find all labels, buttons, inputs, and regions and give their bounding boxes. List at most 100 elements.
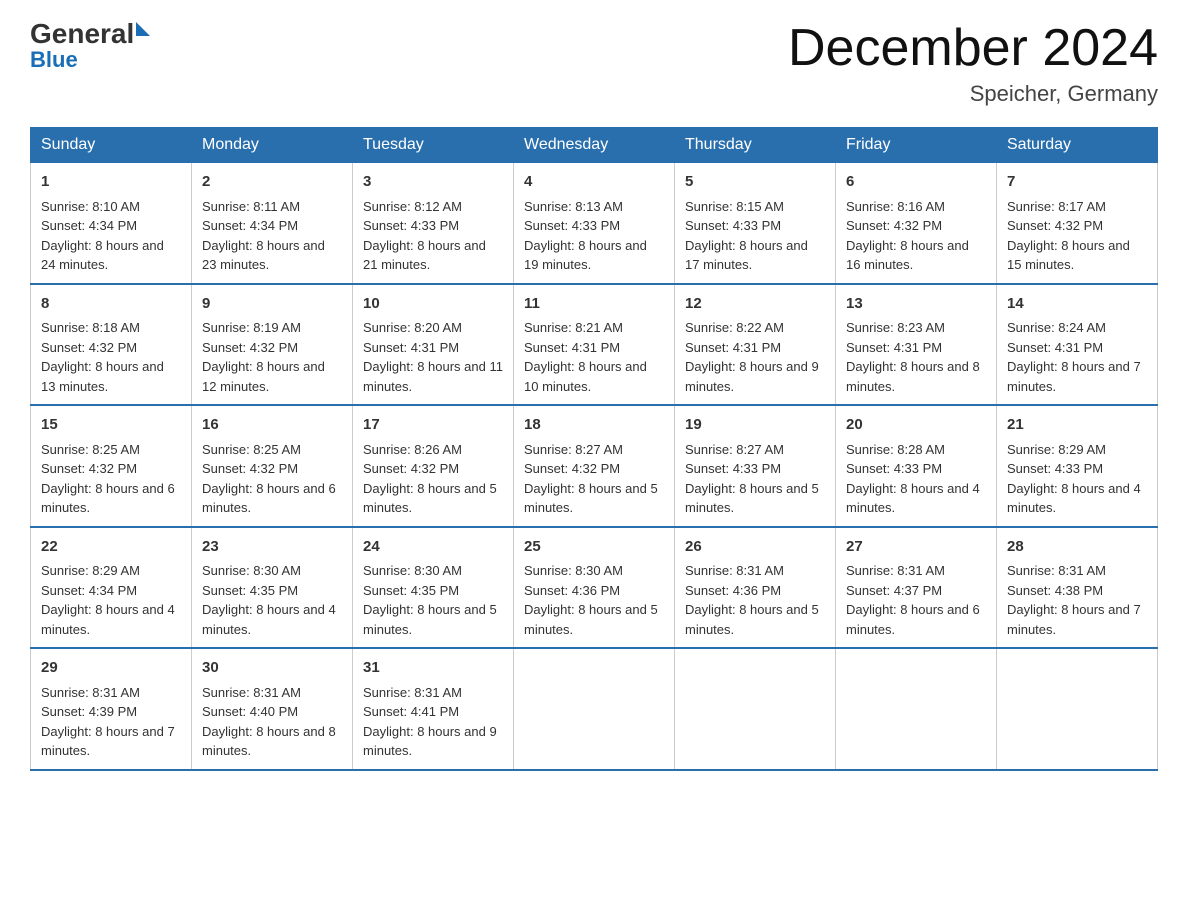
col-friday: Friday	[836, 128, 997, 163]
day-number: 25	[524, 536, 664, 559]
day-info: Sunrise: 8:21 AMSunset: 4:31 PMDaylight:…	[524, 320, 647, 394]
calendar-cell: 30 Sunrise: 8:31 AMSunset: 4:40 PMDayligh…	[192, 648, 353, 770]
page-header: General Blue December 2024 Speicher, Ger…	[30, 20, 1158, 107]
calendar-cell: 8 Sunrise: 8:18 AMSunset: 4:32 PMDaylight…	[31, 284, 192, 406]
col-thursday: Thursday	[675, 128, 836, 163]
day-number: 27	[846, 536, 986, 559]
calendar-cell: 16 Sunrise: 8:25 AMSunset: 4:32 PMDayligh…	[192, 405, 353, 527]
day-info: Sunrise: 8:30 AMSunset: 4:35 PMDaylight:…	[363, 563, 497, 637]
day-info: Sunrise: 8:30 AMSunset: 4:35 PMDaylight:…	[202, 563, 336, 637]
logo-triangle-icon	[136, 22, 150, 36]
day-info: Sunrise: 8:30 AMSunset: 4:36 PMDaylight:…	[524, 563, 658, 637]
day-number: 29	[41, 657, 181, 680]
day-number: 11	[524, 293, 664, 316]
day-info: Sunrise: 8:28 AMSunset: 4:33 PMDaylight:…	[846, 442, 980, 516]
day-number: 9	[202, 293, 342, 316]
calendar-cell: 11 Sunrise: 8:21 AMSunset: 4:31 PMDayligh…	[514, 284, 675, 406]
day-number: 1	[41, 171, 181, 194]
logo: General Blue	[30, 20, 150, 72]
day-number: 10	[363, 293, 503, 316]
calendar-cell: 3 Sunrise: 8:12 AMSunset: 4:33 PMDaylight…	[353, 163, 514, 284]
calendar-cell: 9Sunrise: 8:19 AMSunset: 4:32 PMDaylight…	[192, 284, 353, 406]
day-number: 30	[202, 657, 342, 680]
calendar-cell: 31Sunrise: 8:31 AMSunset: 4:41 PMDayligh…	[353, 648, 514, 770]
day-number: 23	[202, 536, 342, 559]
calendar-table: Sunday Monday Tuesday Wednesday Thursday…	[30, 127, 1158, 771]
calendar-cell: 12Sunrise: 8:22 AMSunset: 4:31 PMDayligh…	[675, 284, 836, 406]
day-info: Sunrise: 8:18 AMSunset: 4:32 PMDaylight:…	[41, 320, 164, 394]
day-info: Sunrise: 8:26 AMSunset: 4:32 PMDaylight:…	[363, 442, 497, 516]
day-info: Sunrise: 8:31 AMSunset: 4:40 PMDaylight:…	[202, 685, 336, 759]
day-info: Sunrise: 8:23 AMSunset: 4:31 PMDaylight:…	[846, 320, 980, 394]
day-number: 20	[846, 414, 986, 437]
calendar-cell: 7 Sunrise: 8:17 AMSunset: 4:32 PMDaylight…	[997, 163, 1158, 284]
col-monday: Monday	[192, 128, 353, 163]
calendar-cell: 5 Sunrise: 8:15 AMSunset: 4:33 PMDaylight…	[675, 163, 836, 284]
day-info: Sunrise: 8:13 AMSunset: 4:33 PMDaylight:…	[524, 199, 647, 273]
day-info: Sunrise: 8:27 AMSunset: 4:33 PMDaylight:…	[685, 442, 819, 516]
day-info: Sunrise: 8:31 AMSunset: 4:36 PMDaylight:…	[685, 563, 819, 637]
calendar-cell: 4 Sunrise: 8:13 AMSunset: 4:33 PMDaylight…	[514, 163, 675, 284]
day-number: 8	[41, 293, 181, 316]
calendar-cell: 21Sunrise: 8:29 AMSunset: 4:33 PMDayligh…	[997, 405, 1158, 527]
day-info: Sunrise: 8:16 AMSunset: 4:32 PMDaylight:…	[846, 199, 969, 273]
month-title: December 2024	[788, 20, 1158, 77]
day-number: 12	[685, 293, 825, 316]
calendar-week-row: 22Sunrise: 8:29 AMSunset: 4:34 PMDayligh…	[31, 527, 1158, 649]
day-info: Sunrise: 8:25 AMSunset: 4:32 PMDaylight:…	[202, 442, 336, 516]
calendar-cell: 24Sunrise: 8:30 AMSunset: 4:35 PMDayligh…	[353, 527, 514, 649]
calendar-cell: 2Sunrise: 8:11 AMSunset: 4:34 PMDaylight…	[192, 163, 353, 284]
calendar-cell: 15Sunrise: 8:25 AMSunset: 4:32 PMDayligh…	[31, 405, 192, 527]
logo-blue-text: Blue	[30, 48, 150, 72]
day-number: 7	[1007, 171, 1147, 194]
col-sunday: Sunday	[31, 128, 192, 163]
location-text: Speicher, Germany	[788, 81, 1158, 107]
calendar-cell: 28Sunrise: 8:31 AMSunset: 4:38 PMDayligh…	[997, 527, 1158, 649]
day-number: 3	[363, 171, 503, 194]
calendar-week-row: 1 Sunrise: 8:10 AMSunset: 4:34 PMDaylight…	[31, 163, 1158, 284]
day-info: Sunrise: 8:29 AMSunset: 4:33 PMDaylight:…	[1007, 442, 1141, 516]
day-number: 28	[1007, 536, 1147, 559]
calendar-cell	[675, 648, 836, 770]
day-number: 17	[363, 414, 503, 437]
day-number: 6	[846, 171, 986, 194]
calendar-cell: 6 Sunrise: 8:16 AMSunset: 4:32 PMDaylight…	[836, 163, 997, 284]
day-number: 4	[524, 171, 664, 194]
day-info: Sunrise: 8:12 AMSunset: 4:33 PMDaylight:…	[363, 199, 486, 273]
calendar-week-row: 8 Sunrise: 8:18 AMSunset: 4:32 PMDaylight…	[31, 284, 1158, 406]
day-info: Sunrise: 8:17 AMSunset: 4:32 PMDaylight:…	[1007, 199, 1130, 273]
calendar-cell: 1 Sunrise: 8:10 AMSunset: 4:34 PMDaylight…	[31, 163, 192, 284]
calendar-cell: 26Sunrise: 8:31 AMSunset: 4:36 PMDayligh…	[675, 527, 836, 649]
day-info: Sunrise: 8:10 AMSunset: 4:34 PMDaylight:…	[41, 199, 164, 273]
day-number: 2	[202, 171, 342, 194]
day-info: Sunrise: 8:31 AMSunset: 4:39 PMDaylight:…	[41, 685, 175, 759]
calendar-cell: 10 Sunrise: 8:20 AMSunset: 4:31 PMDayligh…	[353, 284, 514, 406]
col-saturday: Saturday	[997, 128, 1158, 163]
day-number: 18	[524, 414, 664, 437]
calendar-cell: 13 Sunrise: 8:23 AMSunset: 4:31 PMDayligh…	[836, 284, 997, 406]
calendar-cell	[997, 648, 1158, 770]
calendar-header-row: Sunday Monday Tuesday Wednesday Thursday…	[31, 128, 1158, 163]
calendar-cell: 29 Sunrise: 8:31 AMSunset: 4:39 PMDayligh…	[31, 648, 192, 770]
day-number: 16	[202, 414, 342, 437]
calendar-cell: 23 Sunrise: 8:30 AMSunset: 4:35 PMDayligh…	[192, 527, 353, 649]
day-number: 14	[1007, 293, 1147, 316]
calendar-cell: 25 Sunrise: 8:30 AMSunset: 4:36 PMDayligh…	[514, 527, 675, 649]
day-info: Sunrise: 8:15 AMSunset: 4:33 PMDaylight:…	[685, 199, 808, 273]
day-info: Sunrise: 8:29 AMSunset: 4:34 PMDaylight:…	[41, 563, 175, 637]
calendar-cell: 22Sunrise: 8:29 AMSunset: 4:34 PMDayligh…	[31, 527, 192, 649]
day-number: 5	[685, 171, 825, 194]
calendar-cell	[514, 648, 675, 770]
calendar-cell: 20 Sunrise: 8:28 AMSunset: 4:33 PMDayligh…	[836, 405, 997, 527]
day-number: 15	[41, 414, 181, 437]
col-wednesday: Wednesday	[514, 128, 675, 163]
calendar-cell: 14 Sunrise: 8:24 AMSunset: 4:31 PMDayligh…	[997, 284, 1158, 406]
day-info: Sunrise: 8:24 AMSunset: 4:31 PMDaylight:…	[1007, 320, 1141, 394]
calendar-cell: 18 Sunrise: 8:27 AMSunset: 4:32 PMDayligh…	[514, 405, 675, 527]
day-number: 13	[846, 293, 986, 316]
day-info: Sunrise: 8:31 AMSunset: 4:37 PMDaylight:…	[846, 563, 980, 637]
day-number: 19	[685, 414, 825, 437]
day-info: Sunrise: 8:20 AMSunset: 4:31 PMDaylight:…	[363, 320, 503, 394]
day-info: Sunrise: 8:27 AMSunset: 4:32 PMDaylight:…	[524, 442, 658, 516]
calendar-cell: 19 Sunrise: 8:27 AMSunset: 4:33 PMDayligh…	[675, 405, 836, 527]
